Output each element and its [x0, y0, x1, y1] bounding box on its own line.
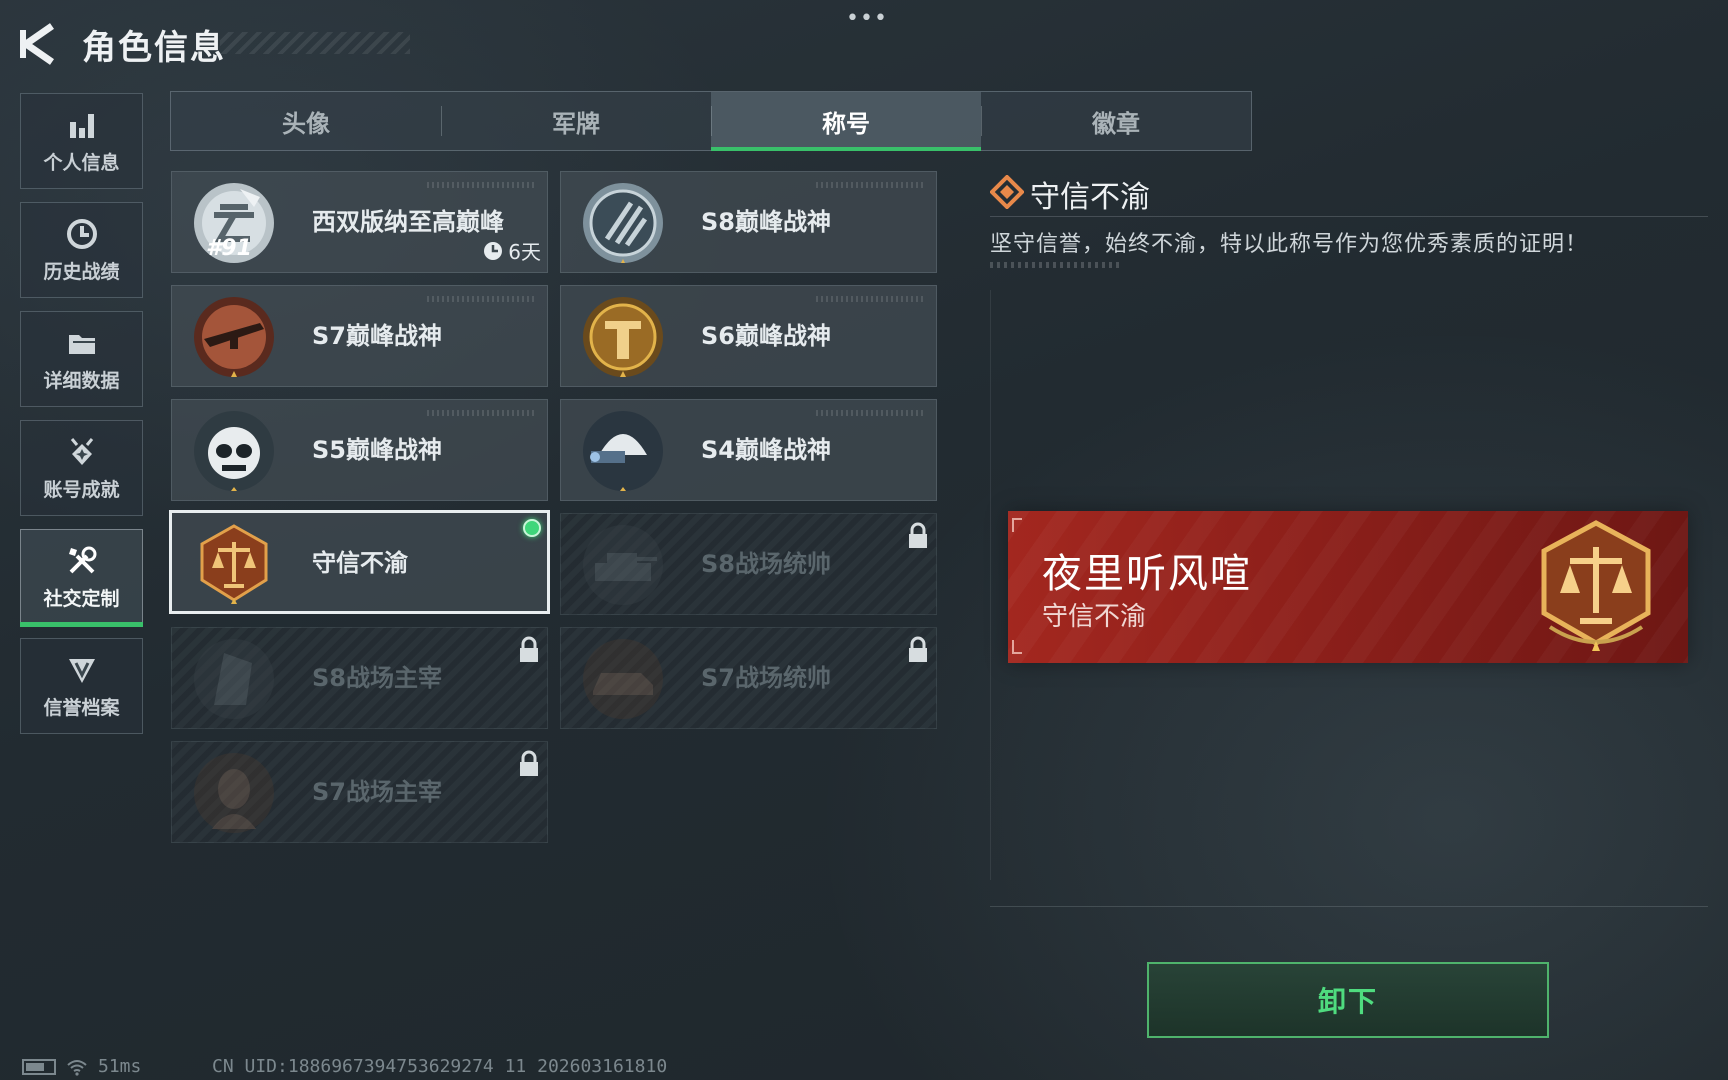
helmet-emblem-icon: [583, 297, 663, 377]
detail-description: 坚守信誉，始终不渝，特以此称号作为您优秀素质的证明！: [990, 232, 1589, 257]
detail-title: 守信不渝: [1030, 180, 1150, 215]
title-name: S6巅峰战神: [701, 322, 831, 350]
credit-shield-icon: [68, 658, 95, 683]
tank-emblem-icon: [583, 525, 663, 605]
nameplate-player-name: 夜里听风喧: [1042, 551, 1252, 597]
title-name: S4巅峰战神: [701, 436, 831, 464]
title-name: S7战场主宰: [312, 778, 442, 806]
sidebar-active-indicator: [20, 622, 143, 627]
card-decoration: [816, 410, 926, 416]
ping-label: 51ms: [98, 1056, 142, 1077]
lock-icon: [909, 522, 927, 548]
title-name: S8巅峰战神: [701, 208, 831, 236]
sidebar-item-label: 历史战绩: [43, 260, 120, 283]
divider: [990, 216, 1708, 217]
detail-decoration: [990, 262, 1120, 268]
sidebar-item-credit-file[interactable]: 信誉档案: [20, 638, 143, 734]
title-name: S7战场统帅: [701, 664, 831, 692]
tab-badge[interactable]: 徽章: [981, 92, 1251, 150]
title-name: S8战场主宰: [312, 664, 442, 692]
sidebar-item-history[interactable]: 历史战绩: [20, 202, 143, 298]
corner-bracket: [1012, 640, 1022, 654]
uid-label: CN UID:1886967394753629274 11 2026031618…: [212, 1056, 668, 1077]
card-decoration: [816, 182, 926, 188]
history-clock-icon: [66, 218, 97, 249]
title-card[interactable]: S4巅峰战神: [560, 399, 937, 501]
s8-emblem-icon: [583, 183, 663, 263]
card-decoration: [816, 296, 926, 302]
skull-emblem-icon: [194, 411, 274, 491]
divider: [990, 906, 1708, 907]
sidebar-item-achievements[interactable]: 账号成就: [20, 420, 143, 516]
sidebar-item-label: 个人信息: [43, 151, 120, 174]
wifi-icon: [67, 1059, 87, 1076]
timer-label: 6天: [508, 240, 541, 264]
rank-label: #91: [206, 236, 252, 261]
title-card-selected[interactable]: 守信不渝: [169, 510, 550, 614]
tab-avatar[interactable]: 头像: [171, 92, 441, 150]
title-card[interactable]: S6巅峰战神: [560, 285, 937, 387]
achievement-icon: [70, 437, 93, 465]
bar-chart-icon: [69, 113, 94, 138]
building-emblem-icon: [194, 639, 274, 719]
card-decoration: [427, 296, 537, 302]
title-name: S7巅峰战神: [312, 322, 442, 350]
folder-icon: [68, 334, 95, 354]
corner-bracket: [1012, 518, 1022, 532]
lock-icon: [520, 636, 538, 662]
scales-emblem-icon: [1541, 520, 1651, 651]
title-decoration: [220, 32, 410, 54]
title-card-locked[interactable]: S8战场统帅: [560, 513, 937, 615]
soldier-emblem-icon: [194, 753, 274, 833]
tab-title[interactable]: 称号: [711, 92, 981, 151]
title-card[interactable]: S5巅峰战神: [171, 399, 548, 501]
timer: 6天: [482, 236, 541, 265]
sidebar-item-detailed-data[interactable]: 详细数据: [20, 311, 143, 407]
tab-bar: 头像 军牌 称号 徽章: [170, 91, 1252, 151]
title-card-locked[interactable]: S7战场主宰: [171, 741, 548, 843]
sidebar-item-label: 账号成就: [43, 478, 120, 501]
more-dots-icon[interactable]: •••: [846, 6, 888, 31]
vehicle-emblem-icon: [583, 639, 663, 719]
equipped-indicator: [523, 519, 541, 537]
lock-icon: [909, 636, 927, 662]
scales-emblem-icon: [200, 524, 268, 604]
tab-dogtag[interactable]: 军牌: [441, 92, 711, 150]
clock-icon: [484, 241, 503, 260]
title-card[interactable]: #91 西双版纳至高巅峰 6天: [171, 171, 548, 273]
nightvision-emblem-icon: [583, 411, 663, 491]
title-card-locked[interactable]: S7战场统帅: [560, 627, 937, 729]
sidebar-item-label: 社交定制: [43, 587, 120, 610]
status-bar: 51ms: [22, 1056, 141, 1077]
sidebar-item-social-custom[interactable]: 社交定制: [20, 529, 143, 625]
lock-icon: [520, 750, 538, 776]
card-decoration: [427, 410, 537, 416]
sidebar-item-label: 详细数据: [43, 369, 120, 392]
unequip-label: 卸下: [1317, 985, 1378, 1018]
title-card[interactable]: S7巅峰战神: [171, 285, 548, 387]
nameplate-title: 守信不渝: [1042, 602, 1147, 632]
page-title: 角色信息: [82, 28, 226, 68]
back-arrow-icon[interactable]: [18, 22, 60, 66]
unequip-button[interactable]: 卸下: [1147, 962, 1549, 1038]
title-card-locked[interactable]: S8战场主宰: [171, 627, 548, 729]
sidebar-item-label: 信誉档案: [43, 696, 120, 719]
title-name: S8战场统帅: [701, 550, 831, 578]
tools-icon: [68, 546, 96, 573]
title-card[interactable]: S8巅峰战神: [560, 171, 937, 273]
sidebar-item-personal-info[interactable]: 个人信息: [20, 93, 143, 189]
title-diamond-icon: [990, 175, 1024, 209]
title-name: 西双版纳至高巅峰: [312, 208, 504, 236]
title-name: 守信不渝: [312, 549, 408, 577]
battery-icon: [22, 1058, 56, 1075]
rifle-emblem-icon: [194, 297, 274, 377]
title-name: S5巅峰战神: [312, 436, 442, 464]
card-decoration: [427, 182, 537, 188]
